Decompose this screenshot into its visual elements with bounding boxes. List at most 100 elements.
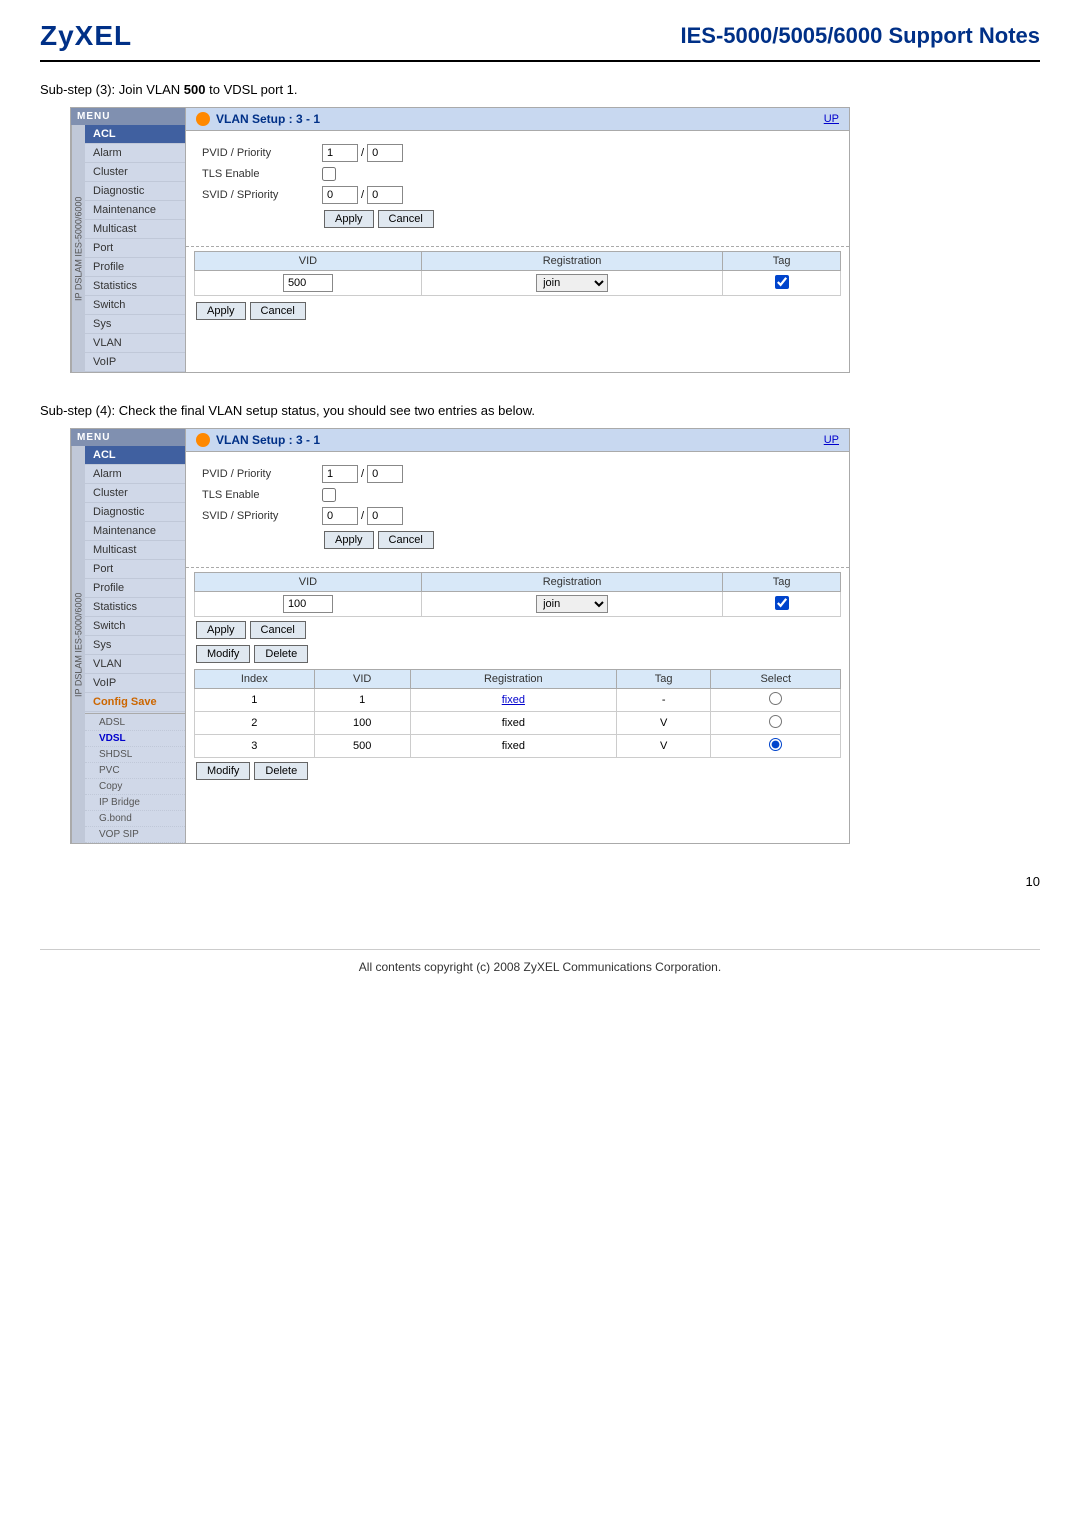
sidebar-item-multicast[interactable]: Multicast bbox=[85, 220, 185, 239]
btn-row2b: Apply Cancel bbox=[194, 621, 841, 639]
sidebar2-item-switch[interactable]: Switch bbox=[85, 617, 185, 636]
reg-3: fixed bbox=[410, 735, 616, 758]
sidebar-item-port[interactable]: Port bbox=[85, 239, 185, 258]
tag-2: V bbox=[616, 712, 711, 735]
apply-button2[interactable]: Apply bbox=[324, 531, 374, 549]
sidebar2-item-configsave[interactable]: Config Save bbox=[85, 693, 185, 712]
apply-button2b[interactable]: Apply bbox=[196, 621, 246, 639]
vid-input1[interactable] bbox=[283, 274, 333, 292]
up-link2[interactable]: UP bbox=[824, 434, 839, 446]
sidebar2-sub-vdsl[interactable]: VDSL bbox=[85, 731, 185, 747]
select-1 bbox=[711, 689, 841, 712]
sidebar2-item-vlan[interactable]: VLAN bbox=[85, 655, 185, 674]
tag-checkbox1[interactable] bbox=[775, 275, 789, 289]
sidebar2-sub-pvc[interactable]: PVC bbox=[85, 763, 185, 779]
sidebar2-item-cluster[interactable]: Cluster bbox=[85, 484, 185, 503]
sidebar-item-switch[interactable]: Switch bbox=[85, 296, 185, 315]
panel1: MENU IP DSLAM IES-5000/6000 ACL Alarm Cl… bbox=[70, 107, 850, 373]
delete-button2[interactable]: Delete bbox=[254, 645, 308, 663]
sidebar2-item-port[interactable]: Port bbox=[85, 560, 185, 579]
vid-2: 100 bbox=[314, 712, 410, 735]
sidebar2-sub-adsl[interactable]: ADSL bbox=[85, 715, 185, 731]
svid-priority-input2[interactable] bbox=[367, 507, 403, 525]
sidebar2-item-statistics[interactable]: Statistics bbox=[85, 598, 185, 617]
col-registration2: Registration bbox=[410, 670, 616, 689]
sidebar2-item-multicast[interactable]: Multicast bbox=[85, 541, 185, 560]
data-row-2: 2 100 fixed V bbox=[195, 712, 841, 735]
col-registration2t: Registration bbox=[421, 573, 722, 592]
sidebar-item-maintenance[interactable]: Maintenance bbox=[85, 201, 185, 220]
up-link1[interactable]: UP bbox=[824, 113, 839, 125]
sidebar2-item-maintenance[interactable]: Maintenance bbox=[85, 522, 185, 541]
sidebar-item-sys[interactable]: Sys bbox=[85, 315, 185, 334]
svid-input2[interactable] bbox=[322, 507, 358, 525]
vlan-icon2 bbox=[196, 433, 210, 447]
sidebar2-item-acl[interactable]: ACL bbox=[85, 446, 185, 465]
panel1-form: PVID / Priority / TLS Enable SVID / SPri… bbox=[186, 131, 849, 242]
vlan-header2: VLAN Setup : 3 - 1 UP bbox=[186, 429, 849, 452]
col-tag2t: Tag bbox=[723, 573, 841, 592]
delete-button2b[interactable]: Delete bbox=[254, 762, 308, 780]
panel1-table: VID Registration Tag join fixed bbox=[194, 251, 841, 296]
sidebar2-sub-shdsl[interactable]: SHDSL bbox=[85, 747, 185, 763]
btn-row2c: Modify Delete bbox=[194, 645, 841, 663]
sidebar-item-cluster[interactable]: Cluster bbox=[85, 163, 185, 182]
vlan-title2: VLAN Setup : 3 - 1 bbox=[196, 433, 320, 447]
index-1: 1 bbox=[195, 689, 315, 712]
apply-button1[interactable]: Apply bbox=[324, 210, 374, 228]
modify-button2b[interactable]: Modify bbox=[196, 762, 250, 780]
svid-priority-input1[interactable] bbox=[367, 186, 403, 204]
cancel-button1[interactable]: Cancel bbox=[378, 210, 434, 228]
svid-input1[interactable] bbox=[322, 186, 358, 204]
sidebar-item-diagnostic[interactable]: Diagnostic bbox=[85, 182, 185, 201]
sidebar2-sub-gbond[interactable]: G.bond bbox=[85, 811, 185, 827]
pvid-priority-input2[interactable] bbox=[367, 465, 403, 483]
pvid-input2[interactable] bbox=[322, 465, 358, 483]
sidebar-item-alarm[interactable]: Alarm bbox=[85, 144, 185, 163]
registration-cell1: join fixed forbidden bbox=[421, 271, 722, 296]
sidebar2-item-diagnostic[interactable]: Diagnostic bbox=[85, 503, 185, 522]
sidebar-item-voip[interactable]: VoIP bbox=[85, 353, 185, 372]
cancel-button1b[interactable]: Cancel bbox=[250, 302, 306, 320]
sidebar2-sub-ipbridge[interactable]: IP Bridge bbox=[85, 795, 185, 811]
btn-row1: Apply Cancel bbox=[322, 210, 833, 228]
reg-2: fixed bbox=[410, 712, 616, 735]
radio-2[interactable] bbox=[769, 715, 782, 728]
sidebar1-rotated-label: IP DSLAM IES-5000/6000 bbox=[71, 125, 85, 372]
sidebar-item-profile[interactable]: Profile bbox=[85, 258, 185, 277]
index-3: 3 bbox=[195, 735, 315, 758]
page-number-area: 10 bbox=[40, 874, 1040, 889]
sidebar2-item-profile[interactable]: Profile bbox=[85, 579, 185, 598]
pvid-priority-input1[interactable] bbox=[367, 144, 403, 162]
cancel-button2[interactable]: Cancel bbox=[378, 531, 434, 549]
vid-input2[interactable] bbox=[283, 595, 333, 613]
registration-select1[interactable]: join fixed forbidden bbox=[536, 274, 608, 292]
svid-row2: SVID / SPriority / bbox=[202, 507, 833, 525]
sidebar-item-acl[interactable]: ACL bbox=[85, 125, 185, 144]
cancel-button2b[interactable]: Cancel bbox=[250, 621, 306, 639]
tls-checkbox2[interactable] bbox=[322, 488, 336, 502]
tag-checkbox2[interactable] bbox=[775, 596, 789, 610]
sidebar2-item-voip[interactable]: VoIP bbox=[85, 674, 185, 693]
sidebar2-sub-vopsip[interactable]: VOP SIP bbox=[85, 827, 185, 843]
vlan-icon1 bbox=[196, 112, 210, 126]
table-row1: join fixed forbidden bbox=[195, 271, 841, 296]
sidebar2-items: ACL Alarm Cluster Diagnostic Maintenance… bbox=[85, 446, 185, 843]
zyxel-logo: ZyXEL bbox=[40, 20, 132, 52]
sidebar2-item-alarm[interactable]: Alarm bbox=[85, 465, 185, 484]
sidebar-item-vlan[interactable]: VLAN bbox=[85, 334, 185, 353]
sidebar-item-statistics[interactable]: Statistics bbox=[85, 277, 185, 296]
registration-select2[interactable]: join fixed forbidden bbox=[536, 595, 608, 613]
modify-button2[interactable]: Modify bbox=[196, 645, 250, 663]
pvid-input1[interactable] bbox=[322, 144, 358, 162]
sidebar2-sub-copy[interactable]: Copy bbox=[85, 779, 185, 795]
tag-1: - bbox=[616, 689, 711, 712]
tls-checkbox1[interactable] bbox=[322, 167, 336, 181]
radio-1[interactable] bbox=[769, 692, 782, 705]
radio-3[interactable] bbox=[769, 738, 782, 751]
data-row-3: 3 500 fixed V bbox=[195, 735, 841, 758]
apply-button1b[interactable]: Apply bbox=[196, 302, 246, 320]
vid-cell2 bbox=[195, 592, 422, 617]
tag-3: V bbox=[616, 735, 711, 758]
sidebar2-item-sys[interactable]: Sys bbox=[85, 636, 185, 655]
